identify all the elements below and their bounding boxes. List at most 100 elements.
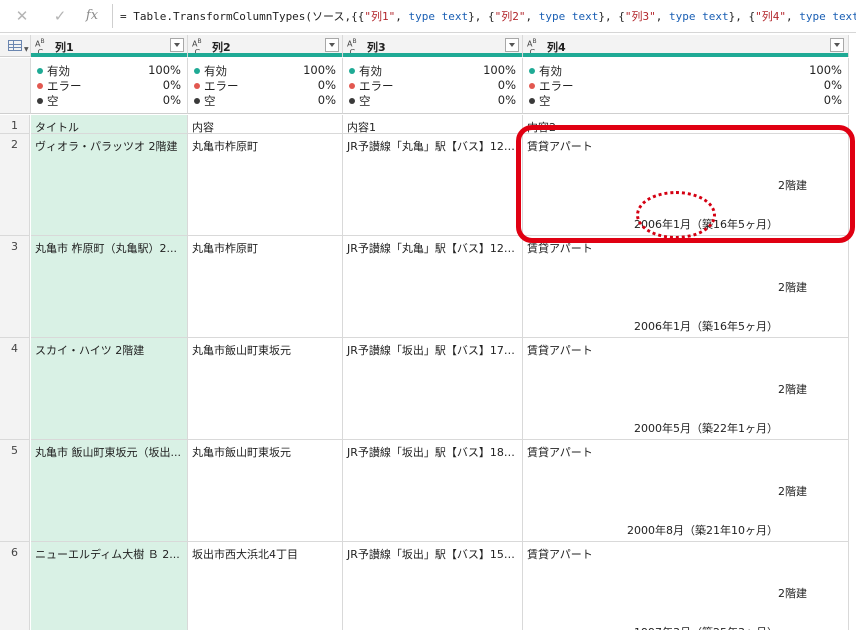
table-cell-col3[interactable]: JR予讃線「丸亀」駅【バス】12分 ... — [343, 236, 523, 338]
quality-empty: 空 0% — [194, 93, 336, 108]
formula-token: , — [525, 10, 539, 23]
quality-percent: 0% — [823, 78, 842, 92]
formula-bar: ✕ ✓ fx = Table.TransformColumnTypes(ソース,… — [0, 0, 856, 33]
table-icon — [8, 40, 22, 51]
quality-empty: 空 0% — [37, 93, 181, 108]
table-cell-col2[interactable]: 内容 — [188, 115, 343, 134]
quality-label: 有効 — [539, 64, 562, 78]
filter-dropdown-button[interactable] — [505, 38, 519, 52]
quality-percent: 0% — [497, 78, 516, 92]
formula-token: "列3" — [624, 10, 656, 23]
table-cell-col3[interactable]: JR予讃線「坂出」駅【バス】18分 ... — [343, 440, 523, 542]
quality-label: 有効 — [359, 64, 382, 78]
table-cell-col1[interactable]: ニューエルディム大樹 Ｂ 2... — [31, 542, 188, 630]
quality-label: エラー — [359, 79, 394, 93]
cell-line: 2000年5月（築22年1ヶ月） — [634, 422, 778, 435]
quality-dot-icon — [349, 83, 355, 89]
quality-empty: 空 0% — [349, 93, 516, 108]
fx-icon[interactable]: fx — [80, 5, 104, 27]
table-cell-col1[interactable]: ヴィオラ・パラッツオ 2階建 — [31, 134, 188, 236]
table-cell-col1[interactable]: 丸亀市 飯山町東坂元（坂出... — [31, 440, 188, 542]
table-cell-col2[interactable]: 丸亀市飯山町東坂元 — [188, 440, 343, 542]
quality-dot-icon — [194, 83, 200, 89]
quality-label: 空 — [359, 94, 371, 108]
row-number[interactable]: 3 — [0, 236, 30, 338]
table-cell-col3[interactable]: JR予讃線「丸亀」駅【バス】12分 ... — [343, 134, 523, 236]
table-cell-col3[interactable]: 内容1 — [343, 115, 523, 134]
cell-line: 賃貸アパート — [527, 344, 593, 357]
table-cell-col4[interactable]: 賃貸アパート 2階建 2000年8月（築21年10ヶ月） — [523, 440, 849, 542]
quality-dot-icon — [529, 98, 535, 104]
quality-dot-icon — [194, 68, 200, 74]
table-cell-col2[interactable]: 丸亀市柞原町 — [188, 134, 343, 236]
quality-label: 有効 — [47, 64, 70, 78]
table-cell-col4[interactable]: 賃貸アパート 2階建 1997年3月（築25年3ヶ月） — [523, 542, 849, 630]
quality-label: 有効 — [204, 64, 227, 78]
table-cell-col3[interactable]: JR予讃線「坂出」駅【バス】17分 ... — [343, 338, 523, 440]
table-cell-col1[interactable]: 丸亀市 柞原町（丸亀駅）2... — [31, 236, 188, 338]
filter-dropdown-button[interactable] — [170, 38, 184, 52]
quality-bar — [31, 53, 187, 57]
table-cell-col1[interactable]: タイトル — [31, 115, 188, 134]
quality-error: エラー 0% — [194, 78, 336, 93]
column-quality-3: 有効 100% エラー 0% 空 0% — [343, 58, 523, 114]
table-cell-col2[interactable]: 坂出市西大浜北4丁目 — [188, 542, 343, 630]
column-header-2[interactable]: AB C 列2 — [188, 35, 343, 57]
quality-error: エラー 0% — [529, 78, 842, 93]
quality-bar — [343, 53, 522, 57]
table-cell-col4[interactable]: 賃貸アパート 2階建 2000年5月（築22年1ヶ月） — [523, 338, 849, 440]
formula-token: }, { — [728, 10, 756, 23]
check-icon[interactable]: ✓ — [48, 5, 72, 27]
column-quality-1: 有効 100% エラー 0% 空 0% — [31, 58, 188, 114]
quality-error: エラー 0% — [37, 78, 181, 93]
close-icon[interactable]: ✕ — [10, 5, 34, 27]
column-header-4[interactable]: AB C 列4 — [523, 35, 849, 57]
row-number[interactable]: 5 — [0, 440, 30, 542]
cell-line: 2階建 — [778, 587, 807, 600]
formula-token: , — [655, 10, 669, 23]
row-number[interactable]: 1 — [0, 115, 30, 134]
formula-token: type text — [799, 10, 856, 23]
table-cell-col2[interactable]: 丸亀市柞原町 — [188, 236, 343, 338]
formula-input[interactable]: = Table.TransformColumnTypes(ソース,{{"列1",… — [120, 8, 856, 24]
quality-bar — [188, 53, 342, 57]
quality-valid: 有効 100% — [349, 63, 516, 78]
quality-percent: 0% — [823, 93, 842, 107]
quality-label: 空 — [539, 94, 551, 108]
filter-dropdown-button[interactable] — [830, 38, 844, 52]
filter-dropdown-button[interactable] — [325, 38, 339, 52]
quality-label: エラー — [204, 79, 239, 93]
cell-line: 賃貸アパート — [527, 446, 593, 459]
formula-token: type text — [408, 10, 469, 23]
quality-percent: 100% — [483, 63, 516, 77]
quality-label: 空 — [47, 94, 59, 108]
cell-line: 2006年1月（築16年5ヶ月） — [634, 320, 778, 333]
quality-percent: 0% — [317, 93, 336, 107]
quality-label: 空 — [204, 94, 216, 108]
table-cell-col1[interactable]: スカイ・ハイツ 2階建 — [31, 338, 188, 440]
quality-dot-icon — [37, 68, 43, 74]
cell-line: 2階建 — [778, 281, 807, 294]
cell-line: 2階建 — [778, 485, 807, 498]
quality-dot-icon — [529, 68, 535, 74]
table-cell-col4[interactable]: 賃貸アパート 2階建 2006年1月（築16年5ヶ月） — [523, 236, 849, 338]
formula-token: "列2" — [494, 10, 526, 23]
quality-percent: 100% — [303, 63, 336, 77]
quality-error: エラー 0% — [349, 78, 516, 93]
table-cell-col2[interactable]: 丸亀市飯山町東坂元 — [188, 338, 343, 440]
cell-line: 賃貸アパート — [527, 548, 593, 561]
quality-dot-icon — [37, 83, 43, 89]
row-number[interactable]: 4 — [0, 338, 30, 440]
quality-bar — [523, 53, 848, 57]
cell-line: 2階建 — [778, 383, 807, 396]
column-header-1[interactable]: AB C 列1 — [31, 35, 188, 57]
row-number[interactable]: 2 — [0, 134, 30, 236]
column-header-3[interactable]: AB C 列3 — [343, 35, 523, 57]
table-cell-col3[interactable]: JR予讃線「坂出」駅【バス】15分 ... — [343, 542, 523, 630]
formula-token: type text — [538, 10, 599, 23]
row-number[interactable]: 6 — [0, 542, 30, 630]
cell-line: 2000年8月（築21年10ヶ月） — [627, 524, 778, 537]
quality-dot-icon — [529, 83, 535, 89]
table-menu-button[interactable]: ▼ — [0, 35, 31, 57]
formula-token: = Table.TransformColumnTypes(ソース,{{ — [120, 10, 365, 23]
